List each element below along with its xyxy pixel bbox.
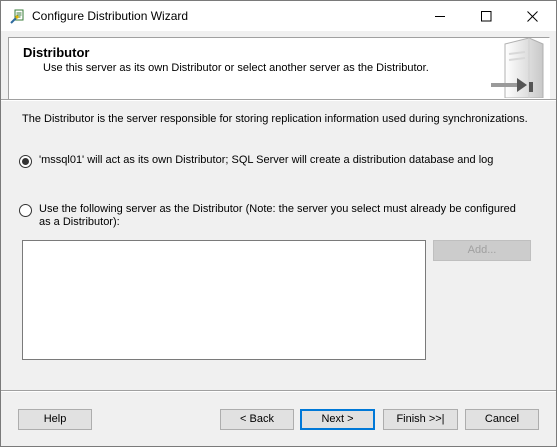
wizard-window: Configure Distribution Wizard Distributo… [0,0,557,447]
finish-button[interactable]: Finish >>| [383,409,458,430]
radio-button-other[interactable] [19,204,32,217]
radio-other-distributor[interactable]: Use the following server as the Distribu… [19,203,529,229]
next-button[interactable]: Next > [300,409,375,430]
radio-own-distributor[interactable]: 'mssql01' will act as its own Distributo… [19,154,493,168]
cancel-button[interactable]: Cancel [465,409,539,430]
wizard-icon [10,9,26,25]
wizard-header: Distributor Use this server as its own D… [8,37,550,99]
minimize-icon [435,16,445,17]
maximize-icon [481,11,492,22]
add-server-button[interactable]: Add... [433,240,531,261]
page-subtitle: Use this server as its own Distributor o… [43,62,429,74]
minimize-button[interactable] [418,1,464,31]
server-icon [489,37,545,99]
radio-other-label[interactable]: Use the following server as the Distribu… [39,203,529,229]
back-button[interactable]: < Back [220,409,294,430]
distributor-server-list[interactable] [22,240,426,360]
close-button[interactable] [510,1,556,31]
help-button[interactable]: Help [18,409,92,430]
page-title: Distributor [23,45,90,60]
description-text: The Distributor is the server responsibl… [22,113,528,125]
window-title: Configure Distribution Wizard [32,9,189,23]
maximize-button[interactable] [464,1,510,31]
radio-own-label[interactable]: 'mssql01' will act as its own Distributo… [39,154,493,167]
footer-divider [1,390,556,392]
title-bar[interactable]: Configure Distribution Wizard [1,1,556,31]
radio-button-own[interactable] [19,155,32,168]
close-icon [527,11,538,22]
header-divider [1,99,556,101]
